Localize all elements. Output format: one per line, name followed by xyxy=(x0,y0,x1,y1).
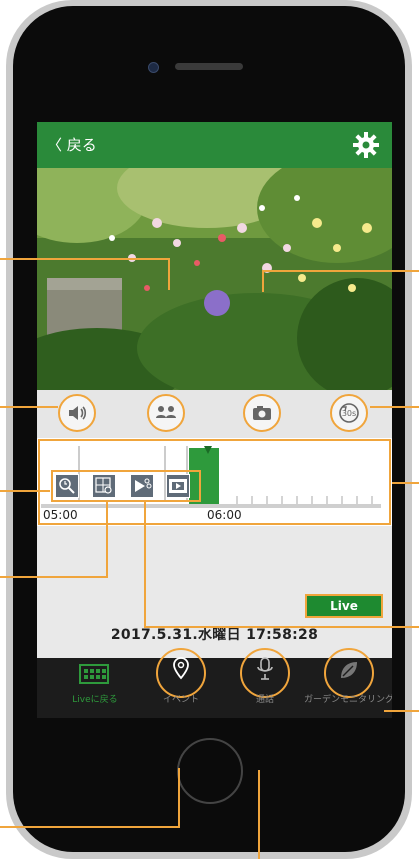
callout-line-10b xyxy=(178,768,180,828)
leaf-icon xyxy=(341,662,357,678)
gear-icon[interactable] xyxy=(351,130,381,160)
callout-line-5 xyxy=(262,270,419,272)
callout-line-9 xyxy=(384,710,419,712)
film-icon[interactable] xyxy=(166,474,190,498)
callout-line-8 xyxy=(144,626,419,628)
callout-line-5b xyxy=(262,270,264,292)
callout-line-8b xyxy=(144,500,146,628)
callout-line-11 xyxy=(258,770,260,859)
microphone-icon xyxy=(257,657,273,680)
nav-label-call: 通話 xyxy=(255,695,274,705)
speaker-icon[interactable] xyxy=(58,394,96,432)
callout-line-6 xyxy=(370,406,419,408)
timeline-start-label: 05:00 xyxy=(43,508,78,522)
callout-line-3 xyxy=(0,490,50,492)
callout-line-1b xyxy=(168,258,170,290)
clock-search-icon[interactable] xyxy=(55,474,79,498)
people-icon[interactable] xyxy=(147,394,185,432)
live-button[interactable]: Live xyxy=(307,596,381,616)
nav-label-back-live: Liveに戻る xyxy=(72,695,118,705)
camera-icon[interactable] xyxy=(243,394,281,432)
bottom-nav: Liveに戻る イベント 通話 ガーデンモニタリング xyxy=(37,648,392,718)
control-row: 30s xyxy=(37,390,392,438)
grid-icon xyxy=(79,664,109,684)
top-bar: 〈 戻る xyxy=(37,122,392,168)
callout-line-1 xyxy=(0,258,170,260)
home-button[interactable] xyxy=(177,738,243,804)
replay-30s-icon[interactable]: 30s xyxy=(330,394,368,432)
callout-line-4b xyxy=(106,502,108,578)
location-pin-icon xyxy=(173,657,189,680)
callout-line-4 xyxy=(0,576,108,578)
nav-label-event: イベント xyxy=(162,695,199,705)
grid-search-icon[interactable] xyxy=(92,474,116,498)
back-button[interactable]: 〈 戻る xyxy=(47,134,97,155)
camera-feed-image xyxy=(37,168,392,390)
app-screen: 〈 戻る 30s 05:00 06:00 Live 2017.5.31.水曜日 … xyxy=(37,122,392,718)
nav-label-garden: ガーデンモニタリング xyxy=(304,695,392,705)
scissors-icon[interactable] xyxy=(130,474,154,498)
front-camera xyxy=(148,62,159,73)
timeline-end-label: 06:00 xyxy=(207,508,242,522)
replay-30s-label: 30s xyxy=(342,409,356,418)
callout-line-10 xyxy=(0,826,180,828)
earpiece-speaker xyxy=(175,63,243,70)
callout-line-2 xyxy=(0,406,58,408)
callout-line-7 xyxy=(392,482,419,484)
